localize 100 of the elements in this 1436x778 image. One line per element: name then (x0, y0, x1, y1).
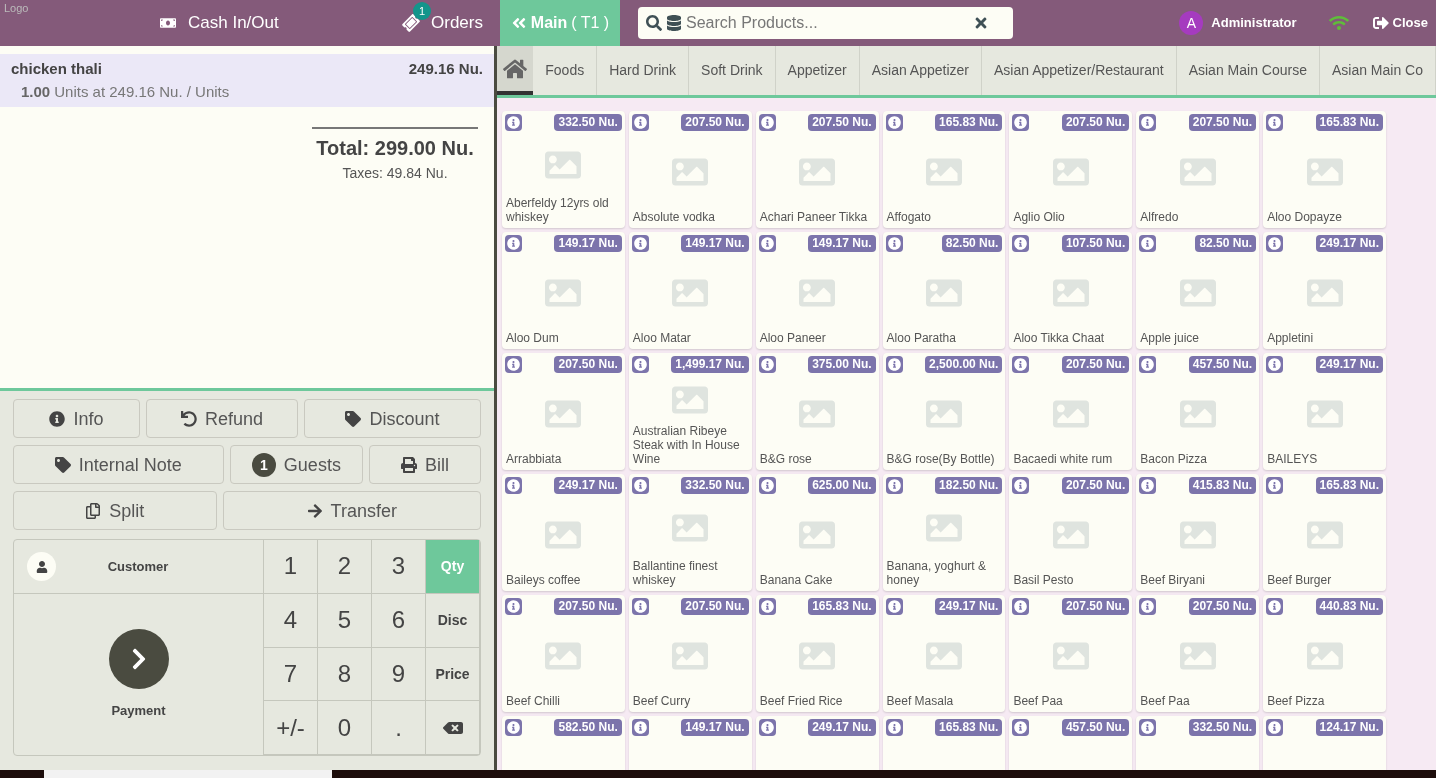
product-card[interactable]: 249.17 Nu. Baileys coffee (502, 474, 625, 591)
numpad-key[interactable]: 5 (318, 593, 372, 648)
product-card[interactable]: 440.83 Nu. Beef Pizza (1263, 595, 1386, 712)
search-field[interactable]: Search Products... (638, 7, 1013, 39)
close-button[interactable]: Close (1372, 13, 1428, 33)
numpad-key[interactable]: 2 (318, 540, 372, 594)
mode-button[interactable]: Disc (426, 593, 480, 648)
customer-button[interactable]: Customer (14, 540, 263, 594)
product-card[interactable]: 332.50 Nu. (1136, 716, 1260, 770)
product-card[interactable]: 207.50 Nu. Alfredo (1136, 111, 1260, 228)
product-card[interactable]: 149.17 Nu. Aloo Paneer (755, 232, 879, 349)
info-icon[interactable] (631, 477, 649, 494)
info-icon[interactable] (1139, 719, 1157, 736)
action-button[interactable]: Info (13, 399, 140, 438)
product-card[interactable]: 207.50 Nu. Bacaedi white rum (1009, 353, 1133, 470)
category-tab[interactable]: Foods (533, 46, 598, 95)
product-card[interactable]: 457.50 Nu. (1009, 716, 1133, 770)
info-icon[interactable] (1266, 477, 1284, 494)
info-icon[interactable] (885, 598, 903, 615)
product-card[interactable]: 249.17 Nu. (755, 716, 879, 770)
product-card[interactable]: 165.83 Nu. Beef Fried Rice (755, 595, 879, 712)
product-card[interactable]: 82.50 Nu. Aloo Paratha (882, 232, 1006, 349)
product-card[interactable]: 375.00 Nu. B&G rose (755, 353, 879, 470)
info-icon[interactable] (758, 235, 776, 252)
product-card[interactable]: 124.17 Nu. (1263, 716, 1386, 770)
action-button[interactable]: Discount (304, 399, 481, 438)
product-card[interactable]: 182.50 Nu. Banana, yoghurt & honey (882, 474, 1006, 591)
info-icon[interactable] (758, 356, 776, 373)
info-icon[interactable] (885, 356, 903, 373)
info-icon[interactable] (758, 598, 776, 615)
product-card[interactable]: 582.50 Nu. (502, 716, 625, 770)
product-card[interactable]: 207.50 Nu. Aglio Olio (1009, 111, 1133, 228)
category-tab[interactable]: Asian Appetizer/Restaurant (982, 46, 1177, 95)
numpad-key[interactable]: +/- (264, 701, 318, 755)
info-icon[interactable] (631, 114, 649, 131)
category-tab[interactable]: Asian Main Course (1176, 46, 1320, 95)
info-icon[interactable] (1012, 598, 1030, 615)
product-card[interactable]: 207.50 Nu. Basil Pesto (1009, 474, 1133, 591)
info-icon[interactable] (1266, 114, 1284, 131)
info-icon[interactable] (1266, 235, 1284, 252)
info-icon[interactable] (505, 598, 522, 615)
product-card[interactable]: 207.50 Nu. Arrabbiata (502, 353, 625, 470)
cash-button[interactable]: Cash In/Out (160, 10, 279, 36)
info-icon[interactable] (1012, 235, 1030, 252)
product-card[interactable]: 625.00 Nu. Banana Cake (755, 474, 879, 591)
home-button[interactable] (497, 46, 534, 95)
info-icon[interactable] (758, 114, 776, 131)
numpad-key[interactable]: 8 (318, 647, 372, 702)
info-icon[interactable] (1139, 235, 1157, 252)
numpad-key[interactable]: 6 (372, 593, 426, 648)
product-card[interactable]: 107.50 Nu. Aloo Tikka Chaat (1009, 232, 1133, 349)
mode-button[interactable]: Price (426, 647, 480, 702)
category-tab[interactable]: Hard Drink (597, 46, 690, 95)
product-card[interactable]: 165.83 Nu. (882, 716, 1006, 770)
numpad-key[interactable]: 3 (372, 540, 426, 594)
product-card[interactable]: 207.50 Nu. Beef Paa (1136, 595, 1260, 712)
info-icon[interactable] (1266, 719, 1284, 736)
numpad-key[interactable]: 1 (264, 540, 318, 594)
product-card[interactable]: 207.50 Nu. Beef Curry (628, 595, 752, 712)
product-card[interactable]: 415.83 Nu. Beef Biryani (1136, 474, 1260, 591)
category-tab[interactable]: Soft Drink (689, 46, 776, 95)
info-icon[interactable] (1139, 598, 1157, 615)
category-tab[interactable]: Asian Appetizer (859, 46, 982, 95)
product-card[interactable]: 207.50 Nu. Beef Paa (1009, 595, 1133, 712)
action-button[interactable]: Internal Note (13, 445, 224, 484)
product-card[interactable]: 457.50 Nu. Bacon Pizza (1136, 353, 1260, 470)
product-card[interactable]: 332.50 Nu. Aberfeldy 12yrs old whiskey (502, 111, 625, 228)
payment-button[interactable]: Payment (14, 594, 263, 755)
action-button[interactable]: Bill (369, 445, 481, 484)
info-icon[interactable] (631, 356, 649, 373)
product-card[interactable]: 165.83 Nu. Beef Burger (1263, 474, 1386, 591)
info-icon[interactable] (758, 477, 776, 494)
numpad-key[interactable]: 0 (318, 701, 372, 755)
info-icon[interactable] (505, 719, 522, 736)
product-card[interactable]: 249.17 Nu. Appletini (1263, 232, 1386, 349)
product-card[interactable]: 207.50 Nu. Beef Chilli (502, 595, 625, 712)
info-icon[interactable] (885, 719, 903, 736)
info-icon[interactable] (1012, 477, 1030, 494)
info-icon[interactable] (1139, 114, 1157, 131)
product-card[interactable]: 149.17 Nu. Aloo Matar (628, 232, 752, 349)
info-icon[interactable] (505, 235, 522, 252)
numpad-key[interactable]: . (372, 701, 426, 755)
info-icon[interactable] (631, 719, 649, 736)
info-icon[interactable] (505, 114, 522, 131)
info-icon[interactable] (885, 235, 903, 252)
action-button[interactable]: 1 Guests (229, 445, 364, 484)
product-card[interactable]: 207.50 Nu. Absolute vodka (628, 111, 752, 228)
action-button[interactable]: Split (13, 491, 217, 530)
info-icon[interactable] (885, 477, 903, 494)
info-icon[interactable] (1266, 356, 1284, 373)
user-name[interactable]: Administrator (1211, 13, 1297, 33)
info-icon[interactable] (1012, 719, 1030, 736)
info-icon[interactable] (505, 356, 522, 373)
action-button[interactable]: Refund (146, 399, 298, 438)
numpad-key[interactable] (426, 701, 480, 755)
info-icon[interactable] (1139, 477, 1157, 494)
product-card[interactable]: 207.50 Nu. Achari Paneer Tikka (755, 111, 879, 228)
product-card[interactable]: 165.83 Nu. Affogato (882, 111, 1006, 228)
product-card[interactable]: 249.17 Nu. BAILEYS (1263, 353, 1386, 470)
category-tab[interactable]: Asian Main Co (1319, 46, 1436, 95)
